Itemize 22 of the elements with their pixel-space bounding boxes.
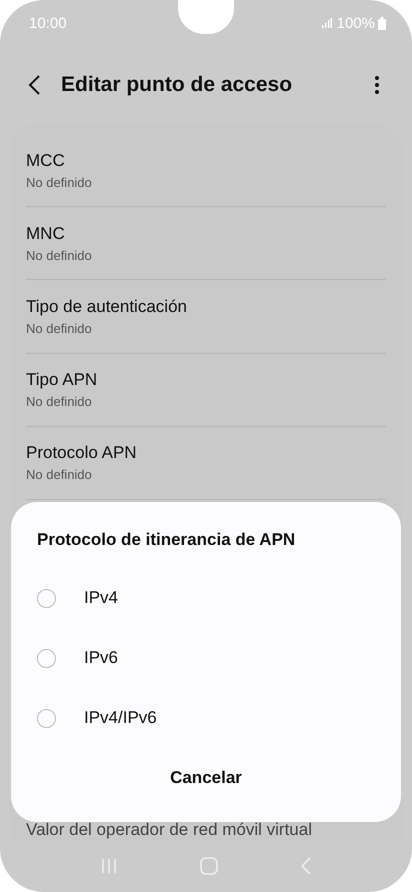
setting-item[interactable]: MCC No definido [26,134,386,208]
radio-button[interactable] [37,588,56,608]
setting-item[interactable]: Tipo APN No definido [26,354,386,427]
option-label[interactable]: IPv4/IPv6 [84,708,157,728]
more-options-icon[interactable] [374,75,380,95]
radio-button[interactable] [37,708,56,728]
option-label[interactable]: IPv6 [84,648,118,668]
home-icon[interactable] [200,857,218,875]
setting-title: Valor del operador de red móvil virtual [26,820,313,840]
setting-item[interactable]: Protocolo APN No definido [26,426,386,500]
setting-item[interactable]: Tipo de autenticación No definido [26,280,386,354]
cancel-button[interactable]: Cancelar [154,760,258,796]
battery-icon [378,16,386,30]
recent-apps-icon[interactable] [101,858,118,874]
camera-notch [178,0,234,34]
back-icon[interactable] [27,74,41,96]
page-title: Editar punto de acceso [61,73,294,97]
dialog-title: Protocolo de itinerancia de APN [37,530,296,550]
setting-item[interactable]: MNC No definido [26,207,386,280]
option-label[interactable]: IPv4 [84,588,118,608]
radio-button[interactable] [37,648,56,668]
signal-icon [322,18,332,28]
